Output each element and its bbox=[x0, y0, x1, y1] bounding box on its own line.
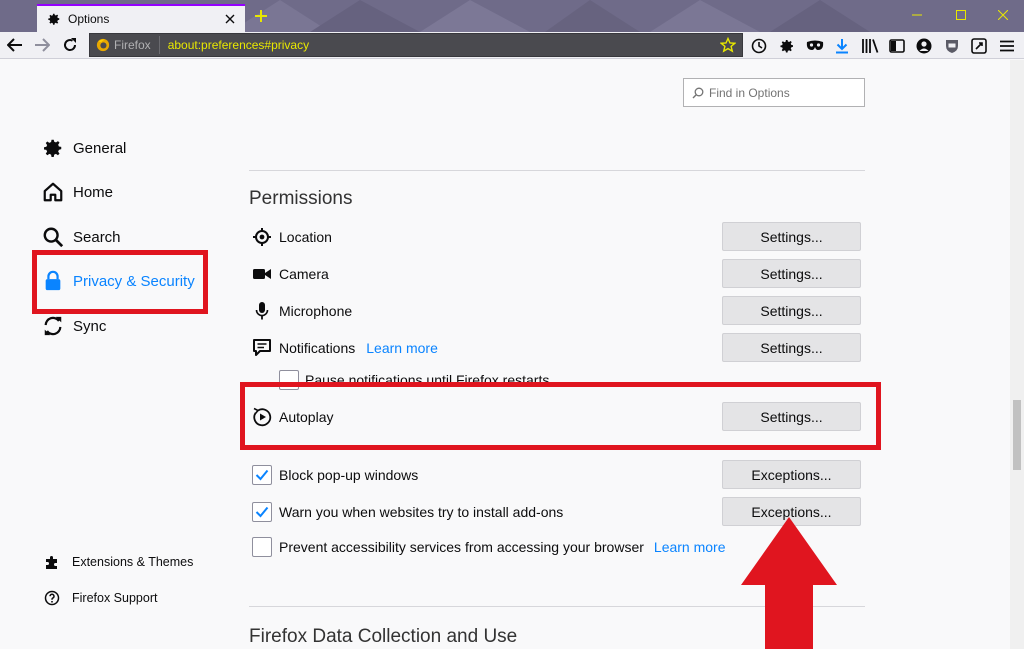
permissions-heading: Permissions bbox=[249, 188, 353, 209]
minimize-button[interactable] bbox=[902, 4, 932, 26]
permission-notifications: Notifications Learn more bbox=[250, 334, 438, 362]
history-icon[interactable] bbox=[748, 35, 770, 57]
forward-button[interactable] bbox=[30, 34, 54, 56]
warn-addons-option[interactable]: Warn you when websites try to install ad… bbox=[252, 501, 563, 523]
accessibility-learn-more-link[interactable]: Learn more bbox=[654, 539, 726, 555]
settings-gear-icon[interactable] bbox=[776, 35, 798, 57]
sync-icon bbox=[40, 313, 66, 339]
library-icon[interactable] bbox=[859, 35, 881, 57]
location-icon bbox=[250, 225, 274, 249]
warn-addons-checkbox[interactable] bbox=[252, 502, 272, 522]
camera-settings-button[interactable]: Settings... bbox=[722, 259, 861, 288]
maximize-icon bbox=[956, 10, 966, 20]
block-popups-label: Block pop-up windows bbox=[279, 467, 419, 483]
checkmark-icon bbox=[255, 506, 269, 518]
microphone-icon bbox=[250, 299, 274, 323]
popup-exceptions-button[interactable]: Exceptions... bbox=[722, 460, 861, 489]
account-icon[interactable] bbox=[913, 35, 935, 57]
block-popups-option[interactable]: Block pop-up windows bbox=[252, 464, 418, 486]
sidebar-item-home[interactable]: Home bbox=[40, 177, 113, 207]
help-icon bbox=[44, 590, 60, 606]
maximize-button[interactable] bbox=[946, 4, 976, 26]
autoplay-highlight-box bbox=[240, 382, 881, 450]
search-icon bbox=[692, 87, 704, 98]
section-divider bbox=[249, 170, 865, 171]
screenshot-icon[interactable] bbox=[968, 35, 990, 57]
find-in-options-input[interactable]: Find in Options bbox=[683, 78, 865, 107]
sidebar-item-sync[interactable]: Sync bbox=[40, 311, 106, 341]
tab-options[interactable]: Options bbox=[37, 4, 245, 32]
download-icon[interactable] bbox=[831, 35, 853, 57]
warn-addons-label: Warn you when websites try to install ad… bbox=[279, 504, 564, 520]
checkmark-icon bbox=[255, 469, 269, 481]
preferences-page: Find in Options General Home Search Priv… bbox=[0, 60, 1010, 649]
sidebar-item-label: Search bbox=[73, 228, 121, 246]
permission-microphone: Microphone bbox=[250, 297, 352, 325]
close-tab-icon[interactable] bbox=[218, 7, 242, 31]
bookmark-star-icon[interactable] bbox=[718, 35, 738, 55]
microphone-settings-button[interactable]: Settings... bbox=[722, 296, 861, 325]
private-mask-icon[interactable] bbox=[804, 35, 826, 57]
sidebar-item-support[interactable]: Firefox Support bbox=[44, 587, 157, 609]
scrollbar[interactable] bbox=[1010, 60, 1024, 649]
sidebar-item-label: General bbox=[73, 139, 127, 157]
permission-label: Camera bbox=[279, 266, 329, 282]
sidebar-item-label: Home bbox=[73, 183, 114, 201]
privacy-highlight-box bbox=[32, 250, 208, 314]
accessibility-option[interactable]: Prevent accessibility services from acce… bbox=[252, 536, 726, 558]
reload-button[interactable] bbox=[58, 34, 82, 56]
gear-icon bbox=[46, 11, 62, 27]
firefox-logo-icon bbox=[96, 38, 110, 52]
arrow-left-icon bbox=[7, 38, 22, 52]
data-collection-heading: Firefox Data Collection and Use bbox=[249, 626, 518, 647]
notifications-settings-button[interactable]: Settings... bbox=[722, 333, 861, 362]
sidebar-item-general[interactable]: General bbox=[40, 133, 126, 163]
block-popups-checkbox[interactable] bbox=[252, 465, 272, 485]
new-tab-button[interactable] bbox=[249, 4, 273, 28]
red-arrow-icon bbox=[741, 517, 837, 649]
permission-label: Notifications bbox=[279, 340, 356, 356]
sidebar-item-label: Extensions & Themes bbox=[72, 555, 194, 569]
notification-icon bbox=[250, 336, 274, 360]
url-bar[interactable]: Firefox about:preferences#privacy bbox=[89, 33, 743, 57]
camera-icon bbox=[250, 262, 274, 286]
title-bar: Options bbox=[0, 0, 1024, 32]
reload-icon bbox=[64, 38, 77, 51]
location-settings-button[interactable]: Settings... bbox=[722, 222, 861, 251]
accessibility-checkbox[interactable] bbox=[252, 537, 272, 557]
scrollbar-thumb[interactable] bbox=[1013, 400, 1021, 470]
minimize-icon bbox=[912, 14, 922, 16]
permission-camera: Camera bbox=[250, 260, 329, 288]
sidebar-item-label: Sync bbox=[73, 317, 107, 335]
puzzle-icon bbox=[46, 556, 57, 569]
accessibility-label: Prevent accessibility services from acce… bbox=[279, 539, 644, 555]
hamburger-menu-icon[interactable] bbox=[996, 35, 1018, 57]
home-icon bbox=[40, 179, 66, 205]
navigation-toolbar: Firefox about:preferences#privacy bbox=[0, 32, 1024, 59]
plus-icon bbox=[255, 10, 267, 22]
gear-icon bbox=[40, 135, 66, 161]
sidebar-toggle-icon[interactable] bbox=[886, 35, 908, 57]
url-text[interactable]: about:preferences#privacy bbox=[168, 38, 718, 52]
sidebar-item-extensions[interactable]: Extensions & Themes bbox=[44, 551, 193, 573]
permission-label: Microphone bbox=[279, 303, 353, 319]
sidebar-item-label: Firefox Support bbox=[72, 591, 158, 605]
find-placeholder: Find in Options bbox=[709, 85, 790, 100]
permission-location: Location bbox=[250, 223, 332, 251]
arrow-right-icon bbox=[35, 38, 50, 52]
identity-label: Firefox bbox=[114, 38, 151, 52]
shield-icon[interactable] bbox=[941, 35, 963, 57]
search-icon bbox=[40, 224, 66, 250]
tab-title: Options bbox=[68, 12, 110, 26]
sidebar-item-search[interactable]: Search bbox=[40, 222, 121, 252]
back-button[interactable] bbox=[3, 34, 27, 56]
close-icon bbox=[998, 10, 1008, 20]
close-window-button[interactable] bbox=[988, 4, 1018, 26]
identity-box[interactable]: Firefox bbox=[90, 36, 160, 54]
permission-label: Location bbox=[279, 229, 332, 245]
notifications-learn-more-link[interactable]: Learn more bbox=[366, 340, 438, 356]
